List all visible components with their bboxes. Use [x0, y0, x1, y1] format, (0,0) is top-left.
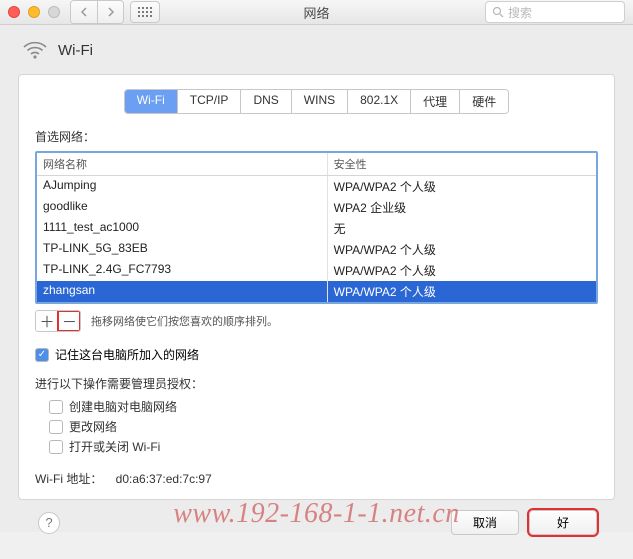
- cell-name: AJumping: [37, 176, 328, 197]
- tab-proxy[interactable]: 代理: [411, 90, 460, 113]
- drag-hint: 拖移网络使它们按您喜欢的顺序排列。: [91, 313, 278, 329]
- show-all-button[interactable]: [130, 1, 160, 23]
- remember-checkbox[interactable]: ✓: [35, 348, 49, 362]
- checkbox-toggle-wifi[interactable]: [49, 440, 63, 454]
- table-row[interactable]: TP-LINK_5G_83EB WPA/WPA2 个人级: [37, 239, 596, 260]
- cell-name: TP-LINK_2.4G_FC7793: [37, 260, 328, 281]
- window-controls: [8, 6, 60, 18]
- admin-option[interactable]: 更改网络: [49, 418, 598, 435]
- close-window-icon[interactable]: [8, 6, 20, 18]
- window-title: 网络: [303, 3, 329, 22]
- remember-row[interactable]: ✓ 记住这台电脑所加入的网络: [35, 346, 598, 363]
- cell-security: WPA/WPA2 个人级: [328, 281, 596, 302]
- option-label: 打开或关闭 Wi-Fi: [69, 438, 160, 455]
- nav-forward-button[interactable]: [97, 1, 123, 23]
- nav-buttons: [70, 0, 124, 24]
- admin-option[interactable]: 创建电脑对电脑网络: [49, 398, 598, 415]
- tab-tcpip[interactable]: TCP/IP: [178, 90, 242, 113]
- networks-table: 网络名称 安全性 AJumping WPA/WPA2 个人级 goodlike …: [35, 151, 598, 304]
- wifi-icon: [22, 39, 48, 62]
- help-button[interactable]: ?: [38, 512, 60, 534]
- settings-panel: Wi-Fi TCP/IP DNS WINS 802.1X 代理 硬件 首选网络：…: [18, 74, 615, 500]
- option-label: 更改网络: [69, 418, 117, 435]
- admin-option[interactable]: 打开或关闭 Wi-Fi: [49, 438, 598, 455]
- cell-security: WPA/WPA2 个人级: [328, 176, 596, 197]
- col-header-security[interactable]: 安全性: [328, 153, 596, 175]
- add-remove-buttons: ＋ －: [35, 310, 81, 332]
- tab-wifi[interactable]: Wi-Fi: [125, 90, 178, 113]
- table-row[interactable]: 1111_test_ac1000 无: [37, 218, 596, 239]
- remember-label: 记住这台电脑所加入的网络: [55, 346, 199, 363]
- mac-address-row: Wi-Fi 地址： d0:a6:37:ed:7c:97: [35, 470, 598, 487]
- tab-8021x[interactable]: 802.1X: [348, 90, 411, 113]
- checkbox-change-network[interactable]: [49, 420, 63, 434]
- cell-name: TP-LINK_5G_83EB: [37, 239, 328, 260]
- table-row[interactable]: zhangsan WPA/WPA2 个人级: [37, 281, 596, 302]
- table-row[interactable]: goodlike WPA2 企业级: [37, 197, 596, 218]
- cell-name: 1111_test_ac1000: [37, 218, 328, 239]
- titlebar: 网络 搜索: [0, 0, 633, 25]
- cell-security: WPA/WPA2 个人级: [328, 260, 596, 281]
- mac-value: d0:a6:37:ed:7c:97: [116, 472, 212, 486]
- table-header: 网络名称 安全性: [37, 153, 596, 176]
- admin-auth-label: 进行以下操作需要管理员授权：: [35, 375, 598, 392]
- cancel-button[interactable]: 取消: [451, 510, 519, 535]
- col-header-name[interactable]: 网络名称: [37, 153, 328, 175]
- cell-name: zhangsan: [37, 281, 328, 302]
- mac-label: Wi-Fi 地址：: [35, 472, 102, 486]
- add-remove-row: ＋ － 拖移网络使它们按您喜欢的顺序排列。: [35, 310, 598, 332]
- footer: ? 取消 好: [18, 500, 615, 545]
- remove-network-button[interactable]: －: [58, 311, 80, 331]
- checkbox-create-adhoc[interactable]: [49, 400, 63, 414]
- tab-hardware[interactable]: 硬件: [460, 90, 508, 113]
- tab-dns[interactable]: DNS: [241, 90, 291, 113]
- table-row[interactable]: TP-LINK_2.4G_FC7793 WPA/WPA2 个人级: [37, 260, 596, 281]
- content: Wi-Fi Wi-Fi TCP/IP DNS WINS 802.1X 代理 硬件…: [0, 25, 633, 559]
- search-input[interactable]: 搜索: [485, 1, 625, 23]
- search-icon: [492, 6, 504, 18]
- tab-bar: Wi-Fi TCP/IP DNS WINS 802.1X 代理 硬件: [124, 89, 509, 114]
- search-placeholder: 搜索: [508, 4, 532, 21]
- table-row[interactable]: AJumping WPA/WPA2 个人级: [37, 176, 596, 197]
- tab-wins[interactable]: WINS: [292, 90, 348, 113]
- option-label: 创建电脑对电脑网络: [69, 398, 177, 415]
- table-body: AJumping WPA/WPA2 个人级 goodlike WPA2 企业级 …: [37, 176, 596, 302]
- cell-name: goodlike: [37, 197, 328, 218]
- ok-button[interactable]: 好: [529, 510, 597, 535]
- page-title: Wi-Fi: [58, 42, 93, 59]
- cell-security: 无: [328, 218, 596, 239]
- zoom-window-icon: [48, 6, 60, 18]
- add-network-button[interactable]: ＋: [36, 311, 58, 331]
- nav-back-button[interactable]: [71, 1, 97, 23]
- header-row: Wi-Fi: [18, 35, 615, 74]
- network-prefs-window: 网络 搜索 Wi-Fi Wi-Fi TCP/IP DNS WINS 802.1X…: [0, 0, 633, 532]
- cell-security: WPA/WPA2 个人级: [328, 239, 596, 260]
- cell-security: WPA2 企业级: [328, 197, 596, 218]
- minimize-window-icon[interactable]: [28, 6, 40, 18]
- preferred-networks-label: 首选网络：: [35, 128, 598, 145]
